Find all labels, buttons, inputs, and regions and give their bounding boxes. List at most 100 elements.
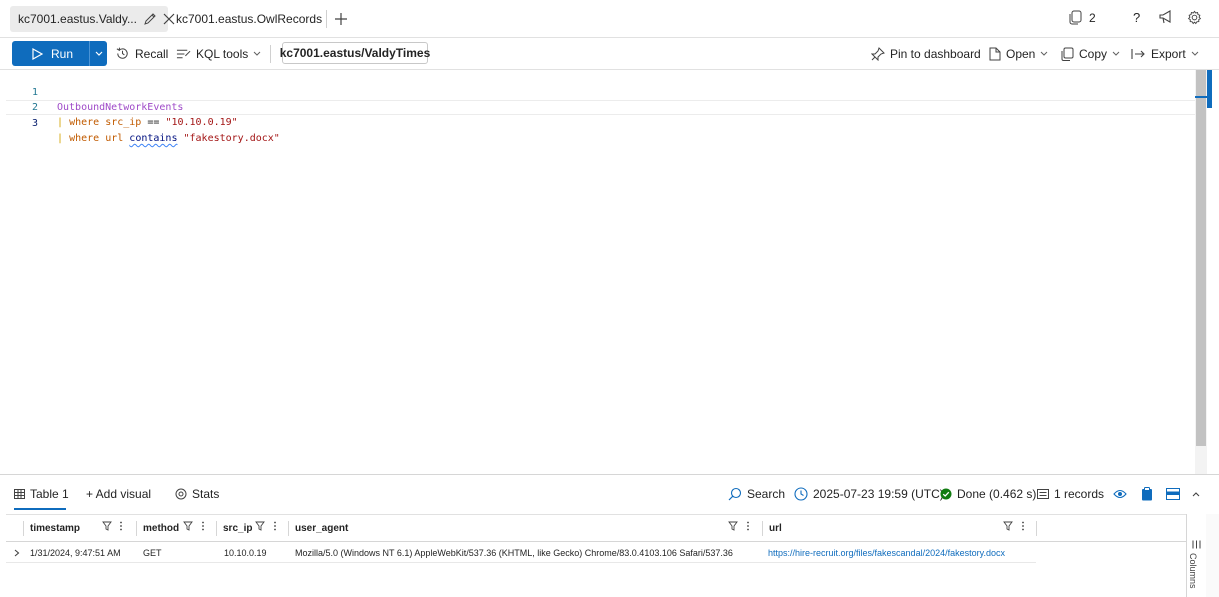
pin-to-dashboard-button[interactable]: Pin to dashboard — [871, 41, 981, 66]
user-agent-controls — [728, 515, 760, 542]
filter-funnel-icon[interactable] — [1003, 521, 1013, 531]
copies-icon — [1069, 10, 1082, 25]
editor-line-current[interactable]: 3 | where url contains "fakestory.docx" — [6, 100, 1195, 144]
feedback-megaphone-icon[interactable] — [1158, 10, 1174, 24]
grid-vertical-scrollbar[interactable] — [1206, 514, 1219, 597]
query-tab-owlrecords[interactable]: kc7001.eastus.OwlRecords — [168, 6, 326, 32]
grid-header-row: timestamp method src_ip user_agent url — [6, 515, 1186, 542]
stats-icon — [175, 488, 187, 500]
search-results-button[interactable]: Search — [728, 484, 785, 504]
cell-url[interactable]: https://hire-recruit.org/files/fakescand… — [768, 543, 1036, 563]
pipe-token: | — [57, 117, 64, 128]
query-status-label: Done (0.462 s) — [957, 487, 1037, 501]
column-header-label: timestamp — [30, 523, 81, 534]
export-dropdown[interactable]: Export — [1131, 41, 1204, 66]
tab-label: kc7001.eastus.OwlRecords — [176, 12, 323, 26]
cell-timestamp[interactable]: 1/31/2024, 9:47:51 AM — [30, 543, 134, 563]
column-menu-icon[interactable] — [119, 521, 123, 531]
expand-row-chevron-icon[interactable] — [14, 543, 20, 563]
copies-counter[interactable]: 2 — [1068, 10, 1096, 25]
editor-line[interactable]: 2 | where src_ip == "10.10.0.19" — [6, 85, 1195, 128]
query-tab-bar: kc7001.eastus.Valdy... kc7001.eastus.Owl… — [0, 0, 1219, 38]
clock-icon — [794, 487, 808, 501]
copy-dropdown[interactable]: Copy — [1061, 41, 1125, 66]
line-code: | where url contains "fakestory.docx" — [57, 131, 280, 146]
cluster-database-label: kc7001.eastus/ValdyTimes — [279, 46, 431, 60]
column-header-user-agent[interactable]: user_agent — [295, 515, 348, 542]
query-tab-valdy[interactable]: kc7001.eastus.Valdy... — [10, 6, 175, 32]
column-header-method[interactable]: method — [143, 515, 179, 542]
string-literal: "fakestory.docx" — [183, 133, 280, 144]
operator-token: contains — [129, 133, 178, 144]
column-divider[interactable] — [288, 521, 289, 536]
table-row[interactable]: 1/31/2024, 9:47:51 AM GET 10.10.0.19 Moz… — [6, 543, 1036, 563]
field-token: src_ip — [105, 117, 142, 128]
history-icon — [116, 47, 128, 59]
column-menu-icon[interactable] — [746, 521, 750, 531]
line-number: 3 — [31, 118, 38, 129]
scrollbar-thumb[interactable] — [1196, 70, 1206, 446]
open-dropdown[interactable]: Open — [989, 41, 1053, 66]
operator-token: == — [147, 117, 160, 128]
copies-count: 2 — [1089, 10, 1096, 25]
run-options-dropdown[interactable] — [89, 41, 107, 66]
kql-tools-dropdown[interactable]: KQL tools — [176, 41, 266, 66]
help-button[interactable]: ? — [1133, 10, 1140, 25]
columns-panel-label[interactable]: Columns — [1188, 553, 1198, 589]
column-header-label: method — [143, 523, 180, 534]
kql-tools-icon — [176, 49, 191, 58]
column-header-src-ip[interactable]: src_ip — [223, 515, 252, 542]
column-divider[interactable] — [1036, 521, 1037, 536]
column-menu-icon[interactable] — [273, 521, 277, 531]
url-controls — [1003, 515, 1035, 542]
column-header-label: user_agent — [295, 523, 349, 534]
where-keyword: where — [69, 133, 100, 144]
search-icon — [728, 487, 742, 501]
editor-line[interactable]: 1 OutboundNetworkEvents — [6, 70, 1195, 113]
filter-funnel-icon[interactable] — [728, 521, 738, 531]
add-visual-label: + Add visual — [86, 487, 152, 501]
collapse-results-chevron-icon[interactable] — [1192, 484, 1205, 504]
clipboard-icon[interactable] — [1141, 484, 1158, 504]
tab-table-1[interactable]: Table 1 — [14, 484, 69, 510]
cell-src-ip[interactable]: 10.10.0.19 — [224, 543, 286, 563]
cursor-position-marker — [1195, 96, 1207, 98]
rename-pencil-icon[interactable] — [143, 12, 157, 26]
query-editor[interactable]: 1 OutboundNetworkEvents 2 | where src_ip… — [6, 70, 1213, 474]
column-divider[interactable] — [136, 521, 137, 536]
cell-user-agent[interactable]: Mozilla/5.0 (Windows NT 6.1) AppleWebKit… — [295, 543, 759, 563]
column-menu-icon[interactable] — [1021, 521, 1025, 531]
column-header-url[interactable]: url — [769, 515, 782, 542]
column-divider[interactable] — [23, 521, 24, 536]
new-tab-plus-icon[interactable] — [331, 9, 351, 29]
field-token: url — [105, 133, 124, 144]
overview-ruler-marker — [1207, 70, 1212, 108]
chevron-down-icon — [1112, 51, 1120, 56]
filter-funnel-icon[interactable] — [255, 521, 265, 531]
timestamp-controls — [102, 515, 134, 542]
recall-button[interactable]: Recall — [115, 41, 168, 66]
editor-vertical-scrollbar[interactable] — [1195, 70, 1207, 474]
column-header-timestamp[interactable]: timestamp — [30, 515, 80, 542]
pin-label: Pin to dashboard — [890, 46, 981, 61]
query-time-label: 2025-07-23 19:59 (UTC) — [813, 487, 944, 501]
run-button[interactable]: Run — [12, 41, 89, 66]
cluster-database-selector[interactable]: kc7001.eastus/ValdyTimes — [279, 42, 431, 64]
chevron-down-icon — [1041, 51, 1048, 56]
filter-funnel-icon[interactable] — [183, 521, 193, 531]
tab-stats[interactable]: Stats — [175, 484, 219, 504]
pin-icon — [871, 46, 885, 61]
filter-funnel-icon[interactable] — [102, 521, 112, 531]
column-header-label: src_ip — [223, 523, 253, 534]
eye-icon[interactable] — [1113, 484, 1132, 504]
split-view-icon[interactable] — [1166, 484, 1185, 504]
records-count: 1 records — [1037, 484, 1104, 504]
column-divider[interactable] — [762, 521, 763, 536]
cell-method[interactable]: GET — [143, 543, 213, 563]
add-visual-button[interactable]: + Add visual — [86, 484, 151, 504]
column-divider[interactable] — [216, 521, 217, 536]
columns-icon — [1192, 540, 1201, 549]
export-arrow-icon — [1131, 48, 1145, 59]
column-menu-icon[interactable] — [201, 521, 205, 531]
settings-gear-icon[interactable] — [1187, 10, 1202, 25]
